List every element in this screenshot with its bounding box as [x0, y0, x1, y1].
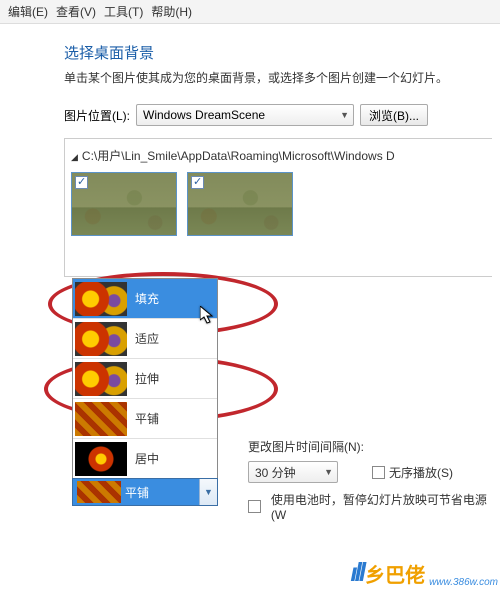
interval-value: 30 分钟	[255, 464, 296, 481]
menu-view[interactable]: 查看(V)	[54, 2, 98, 21]
thumbnails-panel: ◢C:\用户\Lin_Smile\AppData\Roaming\Microso…	[64, 138, 492, 277]
fit-combobox[interactable]: 平铺 ▼	[72, 478, 218, 506]
page-title: 选择桌面背景	[64, 42, 492, 63]
battery-label: 使用电池时，暂停幻灯片放映可节省电源(W	[271, 491, 500, 522]
thumbnail-row	[71, 172, 486, 236]
battery-row: 使用电池时，暂停幻灯片放映可节省电源(W	[248, 491, 500, 522]
battery-checkbox[interactable]	[248, 500, 261, 513]
checkbox-checked-icon[interactable]	[191, 176, 204, 189]
fit-preview-icon	[75, 322, 127, 356]
wallpaper-thumb[interactable]	[187, 172, 293, 236]
interval-label: 更改图片时间间隔(N):	[248, 438, 500, 455]
shuffle-label: 无序播放(S)	[389, 464, 453, 481]
menu-help[interactable]: 帮助(H)	[149, 2, 194, 21]
menu-edit[interactable]: 编辑(E)	[6, 2, 50, 21]
fit-option-fill[interactable]: 填充	[73, 279, 217, 319]
fit-combobox-value: 平铺	[125, 484, 199, 501]
fit-preview-icon	[77, 481, 121, 503]
fit-option-fit[interactable]: 适应	[73, 319, 217, 359]
watermark: ıll 乡巴佬 www.386w.com	[350, 557, 498, 588]
browse-button[interactable]: 浏览(B)...	[360, 104, 428, 126]
menu-tools[interactable]: 工具(T)	[102, 2, 145, 21]
location-label: 图片位置(L):	[64, 107, 130, 124]
collapse-icon[interactable]: ◢	[71, 152, 78, 162]
interval-select[interactable]: 30 分钟 ▼	[248, 461, 338, 483]
chevron-down-icon: ▼	[340, 110, 349, 120]
wallpaper-thumb[interactable]	[71, 172, 177, 236]
location-select[interactable]: Windows DreamScene ▼	[136, 104, 354, 126]
fit-dropdown-popup[interactable]: 填充 适应 拉伸 平铺 居中	[72, 278, 218, 479]
fit-preview-icon	[75, 362, 127, 396]
watermark-url: www.386w.com	[429, 577, 498, 588]
fit-preview-icon	[75, 442, 127, 476]
watermark-brand: 乡巴佬	[365, 559, 425, 588]
chevron-down-icon[interactable]: ▼	[199, 479, 217, 505]
folder-path[interactable]: ◢C:\用户\Lin_Smile\AppData\Roaming\Microso…	[71, 147, 486, 164]
interval-row: 30 分钟 ▼ 无序播放(S)	[248, 461, 500, 483]
location-row: 图片位置(L): Windows DreamScene ▼ 浏览(B)...	[64, 104, 492, 126]
shuffle-checkbox[interactable]	[372, 466, 385, 479]
options-panel: 更改图片时间间隔(N): 30 分钟 ▼ 无序播放(S) 使用电池时，暂停幻灯片…	[248, 438, 500, 530]
menubar: 编辑(E) 查看(V) 工具(T) 帮助(H)	[0, 0, 500, 24]
fit-preview-icon	[75, 402, 127, 436]
fit-option-center[interactable]: 居中	[73, 439, 217, 479]
checkbox-checked-icon[interactable]	[75, 176, 88, 189]
fit-option-tile[interactable]: 平铺	[73, 399, 217, 439]
chevron-down-icon: ▼	[324, 467, 333, 477]
page-subtitle: 单击某个图片使其成为您的桌面背景，或选择多个图片创建一个幻灯片。	[64, 69, 492, 86]
watermark-logo-icon: ıll	[350, 557, 363, 588]
content-area: 选择桌面背景 单击某个图片使其成为您的桌面背景，或选择多个图片创建一个幻灯片。 …	[0, 24, 500, 285]
fit-preview-icon	[75, 282, 127, 316]
location-value: Windows DreamScene	[143, 108, 265, 122]
fit-option-stretch[interactable]: 拉伸	[73, 359, 217, 399]
